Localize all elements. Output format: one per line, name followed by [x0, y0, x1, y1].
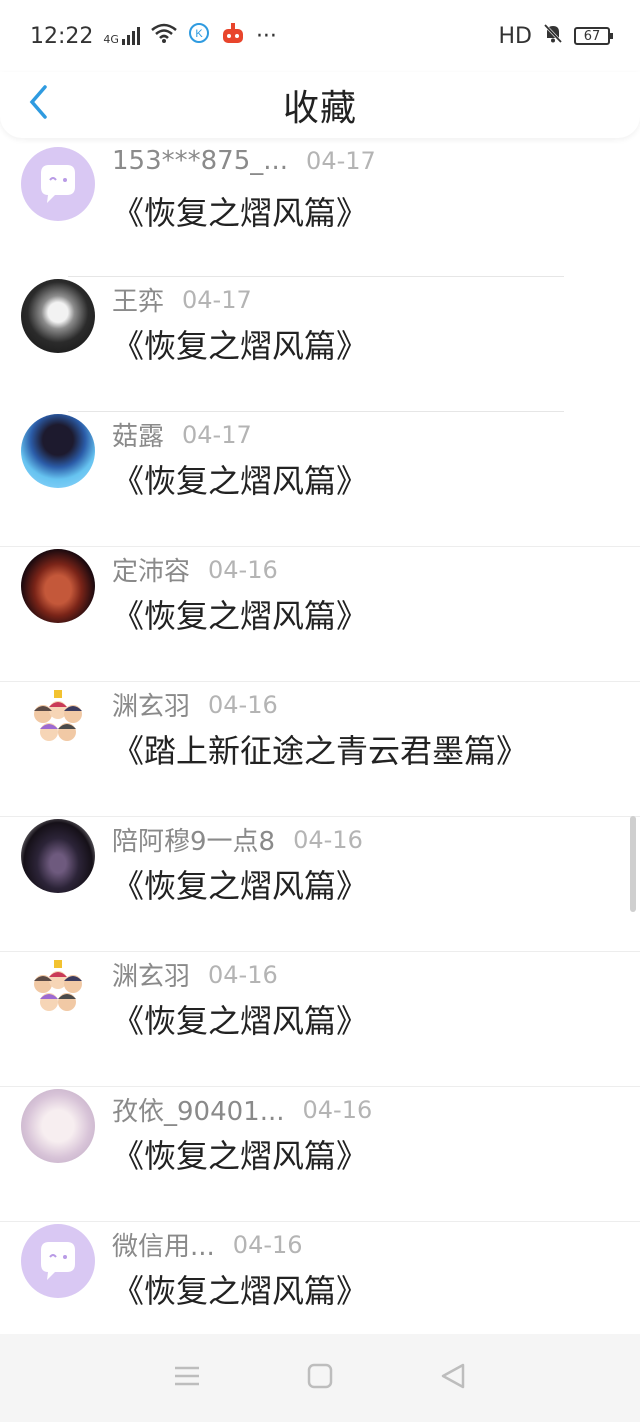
item-meta: 陪阿穆9一点8 04-16	[112, 821, 363, 858]
date: 04-17	[306, 147, 376, 175]
username[interactable]: 153***875_...	[112, 146, 288, 176]
header: 收藏	[0, 72, 640, 138]
battery-icon: 67	[574, 27, 613, 45]
date: 04-16	[232, 1230, 303, 1259]
page-title: 收藏	[282, 88, 357, 129]
app-red-icon	[220, 21, 246, 51]
item-meta: 渊玄羽 04-16	[112, 686, 278, 723]
collection-title[interactable]: 《恢复之熠风篇》	[112, 861, 368, 907]
item-meta: 定沛容 04-16	[112, 551, 278, 588]
date: 04-16	[208, 555, 278, 584]
username[interactable]: 微信用...	[112, 1226, 215, 1263]
list-item[interactable]: 孜依_90401... 04-16 《恢复之熠风篇》	[0, 1087, 640, 1222]
username[interactable]: 孜依_90401...	[112, 1091, 285, 1128]
home-icon[interactable]	[307, 1363, 333, 1393]
item-meta: 153***875_... 04-17	[112, 146, 376, 176]
item-meta: 孜依_90401... 04-16	[112, 1091, 372, 1128]
item-meta: 渊玄羽 04-16	[112, 956, 278, 993]
back-button[interactable]	[18, 84, 58, 124]
collection-title[interactable]: 《恢复之熠风篇》	[112, 1131, 368, 1177]
tattoo-back-avatar	[21, 549, 95, 623]
signal-icon: 4G	[103, 27, 140, 45]
username[interactable]: 菇露	[112, 416, 164, 453]
muted-bell-icon	[542, 22, 564, 50]
list-item[interactable]: 153***875_... 04-17 《恢复之熠风篇》	[0, 142, 640, 277]
date: 04-16	[302, 1095, 373, 1124]
more-notifications: ···	[255, 23, 277, 49]
item-meta: 王弈 04-17	[112, 281, 252, 318]
collection-title[interactable]: 《踏上新征途之青云君墨篇》	[112, 726, 528, 772]
username[interactable]: 陪阿穆9一点8	[112, 821, 275, 858]
scrollbar[interactable]	[630, 816, 636, 912]
default-avatar	[21, 147, 95, 221]
collection-title[interactable]: 《恢复之熠风篇》	[112, 456, 368, 502]
item-meta: 菇露 04-17	[112, 416, 252, 453]
date: 04-16	[208, 960, 278, 989]
clock: 12:22	[30, 23, 94, 49]
list-item[interactable]: 陪阿穆9一点8 04-16 《恢复之熠风篇》	[0, 817, 640, 952]
wifi-icon	[150, 22, 178, 50]
favorites-list: 153***875_... 04-17 《恢复之熠风篇》 王弈 04-17 《恢…	[0, 142, 640, 1357]
anime-girl-avatar	[21, 279, 95, 353]
group-cartoon-avatar	[21, 684, 95, 758]
username[interactable]: 渊玄羽	[112, 686, 190, 723]
collection-title[interactable]: 《恢复之熠风篇》	[112, 996, 368, 1042]
list-item[interactable]: 菇露 04-17 《恢复之熠风篇》	[0, 412, 640, 547]
date: 04-16	[208, 690, 278, 719]
status-left: 12:22 4G K ···	[30, 21, 277, 51]
app-k-icon: K	[188, 22, 210, 50]
date: 04-17	[182, 285, 252, 314]
sketch-girl-avatar	[21, 1089, 95, 1163]
list-item[interactable]: 王弈 04-17 《恢复之熠风篇》	[0, 277, 640, 412]
hd-indicator: HD	[498, 23, 532, 49]
username[interactable]: 渊玄羽	[112, 956, 190, 993]
chevron-left-icon	[27, 84, 49, 124]
battery-level: 67	[583, 28, 601, 44]
menu-icon[interactable]	[173, 1364, 201, 1392]
username[interactable]: 定沛容	[112, 551, 190, 588]
back-triangle-icon[interactable]	[439, 1362, 467, 1394]
item-meta: 微信用... 04-16	[112, 1226, 303, 1263]
system-nav-bar	[0, 1334, 640, 1422]
group-cartoon-avatar	[21, 954, 95, 1028]
username[interactable]: 王弈	[112, 281, 164, 318]
date: 04-16	[293, 825, 363, 854]
svg-text:K: K	[195, 28, 203, 40]
collection-title[interactable]: 《恢复之熠风篇》	[112, 321, 368, 367]
list-item[interactable]: 定沛容 04-16 《恢复之熠风篇》	[0, 547, 640, 682]
collection-title[interactable]: 《恢复之熠风篇》	[112, 591, 368, 637]
status-bar: 12:22 4G K ··· HD 67	[0, 0, 640, 72]
collection-title[interactable]: 《恢复之熠风篇》	[112, 188, 368, 234]
anime-boy-avatar	[21, 414, 95, 488]
collection-title[interactable]: 《恢复之熠风篇》	[112, 1266, 368, 1312]
status-right: HD 67	[498, 22, 613, 50]
dark-scene-avatar	[21, 819, 95, 893]
date: 04-17	[182, 420, 252, 449]
list-item[interactable]: 渊玄羽 04-16 《恢复之熠风篇》	[0, 952, 640, 1087]
network-type: 4G	[103, 33, 119, 46]
list-item[interactable]: 渊玄羽 04-16 《踏上新征途之青云君墨篇》	[0, 682, 640, 817]
default-avatar	[21, 1224, 95, 1298]
